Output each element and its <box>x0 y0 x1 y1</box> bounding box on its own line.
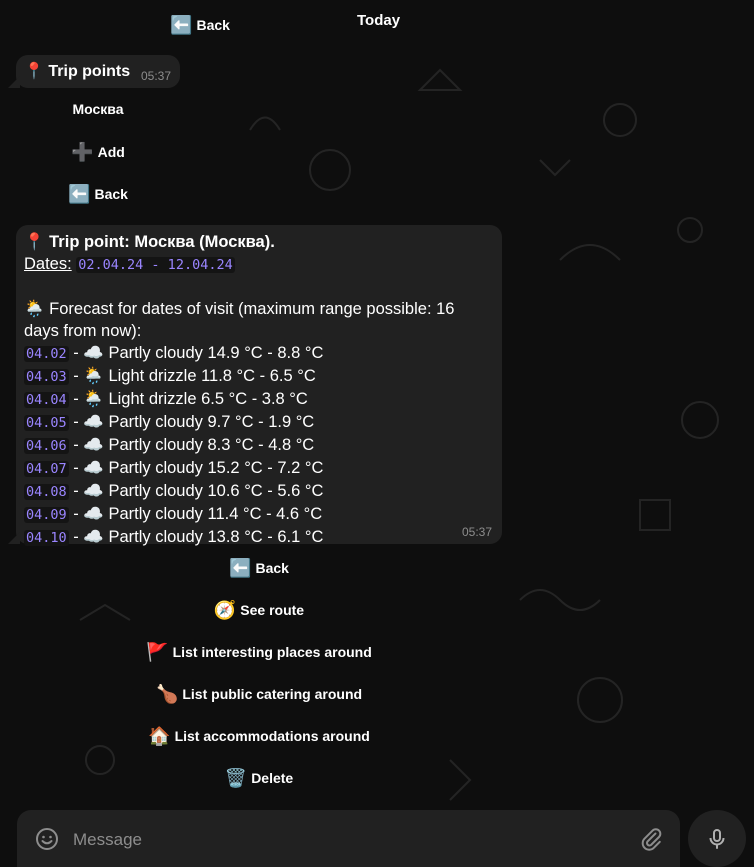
add-button[interactable]: ➕ Add <box>16 132 180 172</box>
forecast-date[interactable]: 04.08 <box>24 484 69 500</box>
public-catering-label: List public catering around <box>182 686 363 702</box>
forecast-heading-2: days from now): <box>24 322 142 340</box>
cloud-icon: ☁️ <box>83 413 104 431</box>
trip-points-message: 📍 Trip points 05:37 <box>16 55 180 88</box>
trip-point-title: Trip point: Москва (Москва). <box>49 233 275 251</box>
forecast-date[interactable]: 04.03 <box>24 369 69 385</box>
forecast-row: 04.10 - ☁️ Partly cloudy 13.8 °C - 6.1 °… <box>24 528 324 546</box>
message-time: 05:37 <box>462 525 493 539</box>
back-button[interactable]: ⬅️ Back <box>16 174 180 214</box>
forecast-list: 04.02 - ☁️ Partly cloudy 14.9 °C - 8.8 °… <box>24 342 494 549</box>
city-button-moscow[interactable]: Москва <box>16 89 180 129</box>
forecast-row: 04.05 - ☁️ Partly cloudy 9.7 °C - 1.9 °C <box>24 413 315 431</box>
cloud-icon: ☁️ <box>83 344 104 362</box>
public-catering-button[interactable]: 🍗 List public catering around <box>16 674 502 714</box>
pin-icon: 📍 <box>24 63 44 80</box>
emoji-icon[interactable] <box>35 827 59 851</box>
microphone-button[interactable] <box>688 810 746 867</box>
forecast-text: Partly cloudy 9.7 °C - 1.9 °C <box>108 413 315 431</box>
forecast-text: Partly cloudy 14.9 °C - 8.8 °C <box>108 344 324 362</box>
back-button[interactable]: ⬅️ Back <box>16 548 502 588</box>
forecast-row: 04.06 - ☁️ Partly cloudy 8.3 °C - 4.8 °C <box>24 436 315 454</box>
dates-value[interactable]: 02.04.24 - 12.04.24 <box>76 257 235 273</box>
message-input[interactable] <box>71 826 635 854</box>
forecast-text: Partly cloudy 10.6 °C - 5.6 °C <box>108 482 324 500</box>
see-route-label: See route <box>240 602 305 618</box>
back-button[interactable]: ⬅️ Back <box>150 5 250 45</box>
drumstick-icon: 🍗 <box>155 684 179 704</box>
interesting-places-label: List interesting places around <box>172 644 372 660</box>
back-button-label: Back <box>196 17 230 33</box>
forecast-date[interactable]: 04.05 <box>24 415 69 431</box>
forecast-date[interactable]: 04.04 <box>24 392 69 408</box>
cloud-icon: ☁️ <box>83 482 104 500</box>
accommodations-label: List accommodations around <box>174 728 370 744</box>
forecast-row: 04.08 - ☁️ Partly cloudy 10.6 °C - 5.6 °… <box>24 482 324 500</box>
cloud-icon: ☁️ <box>83 459 104 477</box>
forecast-date[interactable]: 04.10 <box>24 530 69 546</box>
paperclip-icon[interactable] <box>639 827 663 851</box>
forecast-date[interactable]: 04.07 <box>24 461 69 477</box>
see-route-button[interactable]: 🧭 See route <box>16 590 502 630</box>
forecast-date[interactable]: 04.06 <box>24 438 69 454</box>
message-time: 05:37 <box>141 69 172 83</box>
dates-label: Dates: <box>24 255 72 273</box>
forecast-text: Partly cloudy 11.4 °C - 4.6 °C <box>108 505 323 523</box>
delete-button[interactable]: 🗑️ Delete <box>16 758 502 798</box>
city-button-label: Москва <box>72 101 124 117</box>
accommodations-button[interactable]: 🏠 List accommodations around <box>16 716 502 756</box>
forecast-text: Light drizzle 6.5 °C - 3.8 °C <box>108 390 308 408</box>
trip-points-title: Trip points <box>48 63 131 80</box>
forecast-row: 04.03 - 🌦️ Light drizzle 11.8 °C - 6.5 °… <box>24 367 316 385</box>
delete-label: Delete <box>251 770 294 786</box>
red-flag-icon: 🚩 <box>146 642 169 662</box>
forecast-text: Partly cloudy 15.2 °C - 7.2 °C <box>108 459 324 477</box>
add-button-label: Add <box>97 144 125 160</box>
microphone-icon <box>709 828 725 849</box>
pin-icon: 📍 <box>24 233 45 251</box>
left-arrow-icon: ⬅️ <box>229 558 252 578</box>
forecast-row: 04.02 - ☁️ Partly cloudy 14.9 °C - 8.8 °… <box>24 344 324 362</box>
date-separator: Today <box>357 12 401 29</box>
back-button-label: Back <box>94 186 128 202</box>
rain-cloud-icon: 🌦️ <box>83 367 104 385</box>
interesting-places-button[interactable]: 🚩 List interesting places around <box>16 632 502 672</box>
house-icon: 🏠 <box>148 726 171 746</box>
back-button-label: Back <box>255 560 289 576</box>
forecast-text: Partly cloudy 8.3 °C - 4.8 °C <box>108 436 315 454</box>
forecast-row: 04.07 - ☁️ Partly cloudy 15.2 °C - 7.2 °… <box>24 459 324 477</box>
left-arrow-icon: ⬅️ <box>68 184 91 204</box>
forecast-row: 04.04 - 🌦️ Light drizzle 6.5 °C - 3.8 °C <box>24 390 308 408</box>
forecast-heading-1: Forecast for dates of visit (maximum ran… <box>49 300 455 318</box>
message-composer <box>17 810 680 867</box>
forecast-text: Partly cloudy 13.8 °C - 6.1 °C <box>108 528 324 546</box>
trash-icon: 🗑️ <box>224 768 248 788</box>
rain-cloud-icon: 🌦️ <box>83 390 104 408</box>
forecast-message: 📍 Trip point: Москва (Москва). Dates: 02… <box>16 225 502 546</box>
left-arrow-icon: ⬅️ <box>170 15 193 35</box>
compass-icon: 🧭 <box>213 600 237 620</box>
plus-icon: ➕ <box>71 142 94 162</box>
cloud-icon: ☁️ <box>83 436 104 454</box>
forecast-date[interactable]: 04.02 <box>24 346 69 362</box>
forecast-date[interactable]: 04.09 <box>24 507 69 523</box>
rain-cloud-icon: 🌦️ <box>24 300 45 318</box>
cloud-icon: ☁️ <box>83 528 104 546</box>
forecast-text: Light drizzle 11.8 °C - 6.5 °C <box>108 367 316 385</box>
cloud-icon: ☁️ <box>83 505 104 523</box>
forecast-row: 04.09 - ☁️ Partly cloudy 11.4 °C - 4.6 °… <box>24 505 323 523</box>
